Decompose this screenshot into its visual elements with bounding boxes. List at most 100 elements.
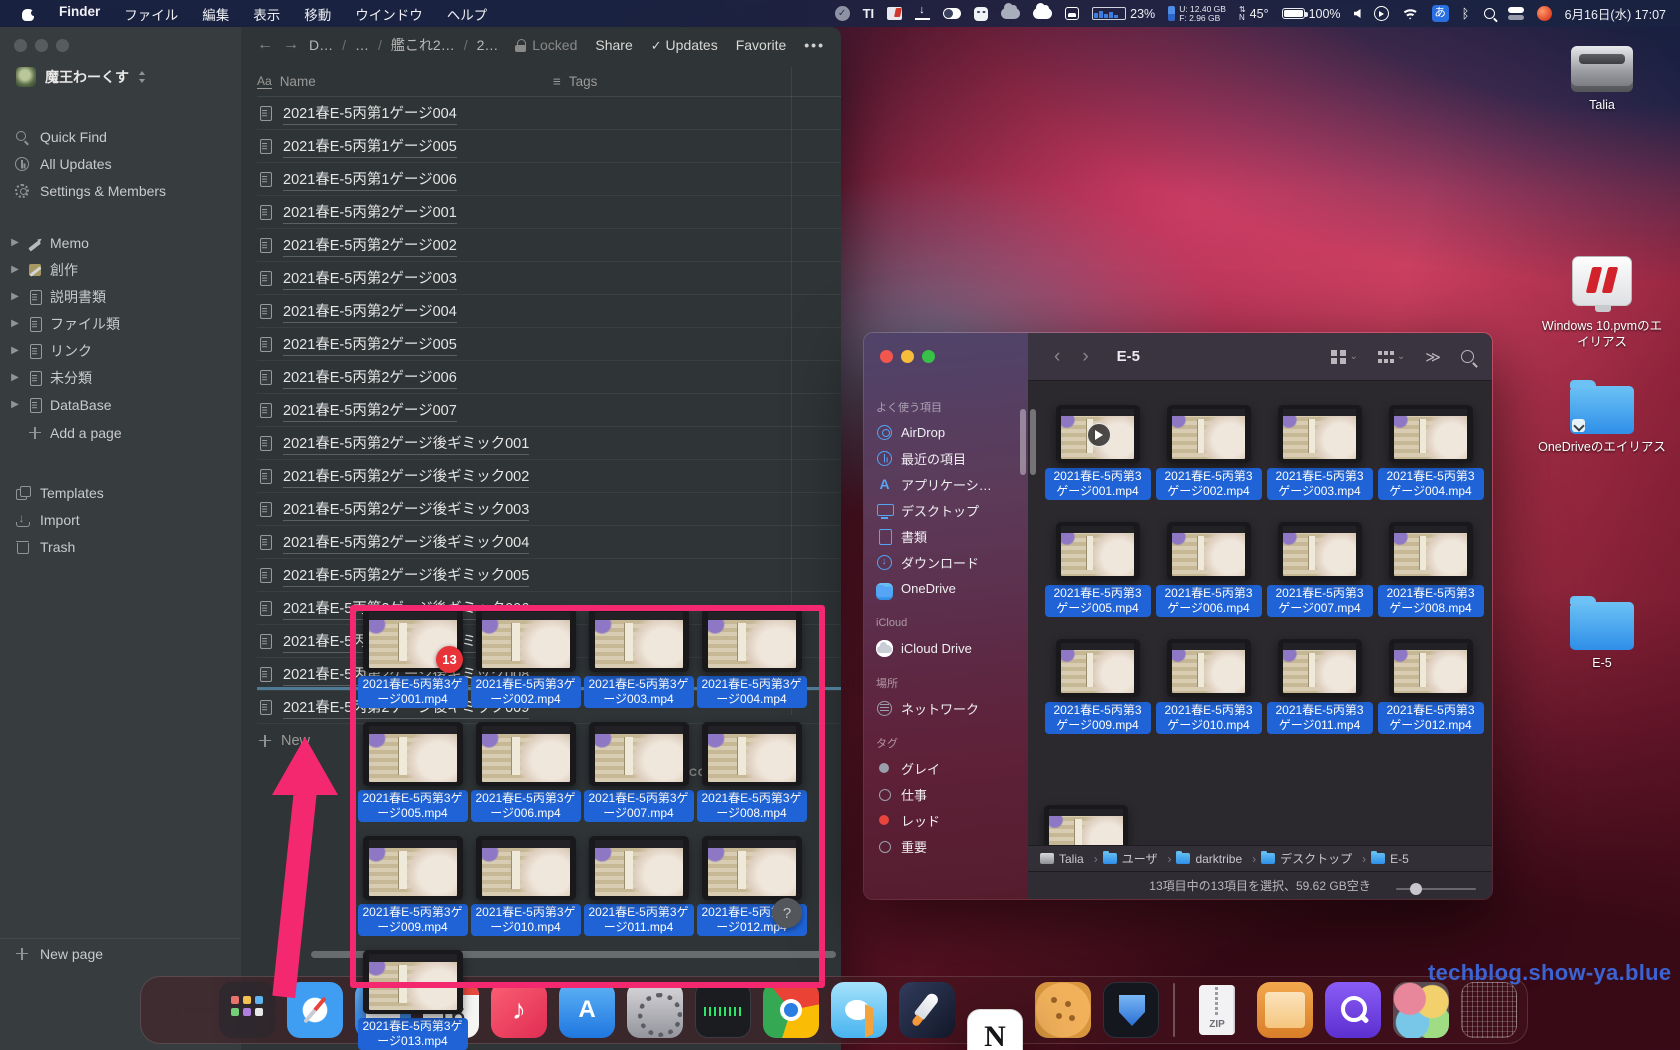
dock-app-icon[interactable] bbox=[967, 1009, 1023, 1050]
menu-bar-menu[interactable]: 編集 bbox=[202, 4, 229, 24]
sidebar-item[interactable]: Import bbox=[0, 506, 241, 533]
network-temp[interactable]: ⇅N 45° bbox=[1239, 6, 1269, 22]
path-segment[interactable]: ユーザ bbox=[1103, 850, 1172, 867]
sidebar-page-item[interactable]: ▶ DataBase bbox=[0, 391, 241, 418]
finder-sidebar-item[interactable]: OneDrive bbox=[864, 575, 1028, 601]
easel-app-icon[interactable] bbox=[887, 7, 902, 20]
sidebar-page-item[interactable]: ▶ Memo bbox=[0, 229, 241, 256]
dock-app-icon[interactable] bbox=[1257, 982, 1313, 1038]
table-row[interactable]: 2021春E-5丙第2ゲージ後ギミック002 bbox=[257, 460, 841, 493]
finder-sidebar-item[interactable]: よく使う項目 bbox=[864, 395, 1028, 419]
breadcrumb-item[interactable]: 2… bbox=[477, 37, 499, 53]
toggle-app-icon[interactable] bbox=[943, 8, 961, 19]
sidebar-item[interactable]: Quick Find bbox=[0, 123, 241, 150]
breadcrumb-item[interactable]: 艦これ2… bbox=[391, 35, 455, 55]
table-row[interactable]: 2021春E-5丙第1ゲージ005 bbox=[257, 130, 841, 163]
ime-input-icon[interactable]: あ bbox=[1432, 5, 1449, 22]
finder-sidebar-item[interactable]: 場所 bbox=[864, 671, 1028, 695]
cleaner-app-icon[interactable] bbox=[1537, 6, 1552, 21]
file-item-selected[interactable]: 2021春E-5丙第3ゲージ001.mp4 bbox=[1042, 405, 1153, 522]
table-row[interactable]: 2021春E-5丙第2ゲージ004 bbox=[257, 295, 841, 328]
apple-menu-icon[interactable] bbox=[22, 6, 35, 21]
sidebar-page-item[interactable]: ▶ ファイル類 bbox=[0, 310, 241, 337]
text-tool-icon[interactable]: TI bbox=[863, 6, 875, 21]
play-circle-icon[interactable] bbox=[1374, 6, 1389, 21]
dock-app-icon[interactable] bbox=[831, 982, 887, 1038]
menu-bar-menu[interactable]: Finder bbox=[59, 4, 100, 24]
file-item-selected[interactable]: 2021春E-5丙第3ゲージ005.mp4 bbox=[1042, 522, 1153, 639]
finder-sidebar-item[interactable]: 仕事 bbox=[864, 781, 1028, 807]
dock-app-icon[interactable] bbox=[1173, 983, 1175, 1037]
finder-sidebar-item[interactable]: グレイ bbox=[864, 755, 1028, 781]
toolbar-overflow-button[interactable]: ≫ bbox=[1425, 348, 1441, 366]
memory-app-icon[interactable] bbox=[974, 7, 988, 21]
close-button[interactable] bbox=[14, 39, 27, 52]
file-item-selected[interactable]: 2021春E-5丙第3ゲージ008.mp4 bbox=[1375, 522, 1486, 639]
download-manager-icon[interactable] bbox=[915, 7, 930, 20]
wifi-icon[interactable] bbox=[1402, 8, 1419, 20]
sidebar-item[interactable]: Settings & Members bbox=[0, 177, 241, 204]
cloud-app-icon[interactable] bbox=[1033, 8, 1052, 19]
file-item-selected[interactable]: 2021春E-5丙第3ゲージ009.mp4 bbox=[1042, 639, 1153, 756]
finder-traffic-lights[interactable] bbox=[880, 350, 935, 363]
table-row[interactable]: 2021春E-5丙第2ゲージ後ギミック003 bbox=[257, 493, 841, 526]
favorite-button[interactable]: Favorite bbox=[736, 37, 787, 53]
icon-size-slider[interactable] bbox=[1396, 888, 1476, 891]
workspace-switcher[interactable]: 魔王わーくす bbox=[10, 63, 230, 91]
menu-bar-menu[interactable]: 表示 bbox=[253, 4, 280, 24]
forward-chevron-icon[interactable]: › bbox=[1082, 346, 1088, 368]
close-button[interactable] bbox=[880, 350, 893, 363]
expand-toggle-icon[interactable]: ▶ bbox=[10, 372, 20, 383]
path-segment[interactable]: デスクトップ bbox=[1261, 850, 1366, 867]
table-row[interactable]: 2021春E-5丙第1ゲージ004 bbox=[257, 97, 841, 130]
battery-status[interactable]: 100% bbox=[1282, 7, 1341, 21]
memory-status[interactable]: U: 12.40 GBF: 2.96 GB bbox=[1168, 5, 1226, 23]
expand-toggle-icon[interactable]: ▶ bbox=[10, 291, 20, 302]
finder-sidebar-item[interactable]: ダウンロード bbox=[864, 549, 1028, 575]
table-row[interactable]: 2021春E-5丙第2ゲージ後ギミック005 bbox=[257, 559, 841, 592]
updates-button[interactable]: ✓ Updates bbox=[651, 37, 718, 54]
desktop-icon-e5-folder[interactable]: E-5 bbox=[1532, 596, 1672, 671]
content-scrollbar[interactable] bbox=[1030, 409, 1036, 475]
dock-app-icon[interactable] bbox=[1393, 982, 1449, 1038]
path-segment[interactable]: E-5 bbox=[1371, 852, 1409, 866]
finder-sidebar-item[interactable]: AirDrop bbox=[864, 419, 1028, 445]
table-row[interactable]: 2021春E-5丙第2ゲージ後ギミック004 bbox=[257, 526, 841, 559]
breadcrumb-item[interactable]: … bbox=[355, 37, 369, 53]
app-box-icon[interactable] bbox=[1065, 7, 1079, 20]
menu-bar-menu[interactable]: ウインドウ bbox=[355, 4, 423, 24]
volume-icon[interactable] bbox=[1354, 9, 1361, 18]
finder-sidebar-item[interactable]: アプリケーシ… bbox=[864, 471, 1028, 497]
file-item-selected[interactable]: 2021春E-5丙第3ゲージ006.mp4 bbox=[1153, 522, 1264, 639]
table-row[interactable]: 2021春E-5丙第2ゲージ後ギミック001 bbox=[257, 427, 841, 460]
sidebar-item[interactable]: Templates bbox=[0, 479, 241, 506]
file-item-selected[interactable]: 2021春E-5丙第3ゲージ004.mp4 bbox=[1375, 405, 1486, 522]
back-chevron-icon[interactable]: ‹ bbox=[1054, 346, 1060, 368]
menu-bar-clock[interactable]: 6月16日(水) 17:07 bbox=[1565, 4, 1666, 23]
menu-bar-menu[interactable]: ファイル bbox=[124, 4, 178, 24]
table-row[interactable]: 2021春E-5丙第2ゲージ003 bbox=[257, 262, 841, 295]
table-row[interactable]: 2021春E-5丙第1ゲージ006 bbox=[257, 163, 841, 196]
expand-toggle-icon[interactable]: ▶ bbox=[10, 237, 20, 248]
share-button[interactable]: Share bbox=[595, 37, 632, 53]
finder-sidebar-item[interactable]: ネットワーク bbox=[864, 695, 1028, 721]
onedrive-icon[interactable] bbox=[1001, 8, 1020, 19]
expand-toggle-icon[interactable]: ▶ bbox=[10, 399, 20, 410]
sidebar-item[interactable]: Trash bbox=[0, 533, 241, 560]
dock-app-icon[interactable] bbox=[219, 982, 275, 1038]
table-row[interactable]: 2021春E-5丙第2ゲージ001 bbox=[257, 196, 841, 229]
dock-app-icon[interactable] bbox=[1325, 982, 1381, 1038]
desktop-icon-onedrive-alias[interactable]: OneDriveのエイリアス bbox=[1532, 380, 1672, 455]
expand-toggle-icon[interactable]: ▶ bbox=[10, 345, 20, 356]
file-item-selected[interactable]: 2021春E-5丙第3ゲージ012.mp4 bbox=[1375, 639, 1486, 756]
dock-app-icon[interactable] bbox=[1189, 982, 1245, 1038]
forward-arrow-icon[interactable]: → bbox=[283, 36, 299, 54]
dock-app-icon[interactable] bbox=[1103, 982, 1159, 1038]
more-menu-button[interactable]: ••• bbox=[804, 37, 825, 53]
minimize-button[interactable] bbox=[901, 350, 914, 363]
file-item-selected[interactable]: 2021春E-5丙第3ゲージ010.mp4 bbox=[1153, 639, 1264, 756]
sidebar-page-item[interactable]: ▶ 説明書類 bbox=[0, 283, 241, 310]
search-icon[interactable] bbox=[1461, 350, 1474, 363]
dock-app-icon[interactable] bbox=[1035, 982, 1091, 1038]
finder-sidebar-item[interactable]: iCloud bbox=[864, 611, 1028, 635]
